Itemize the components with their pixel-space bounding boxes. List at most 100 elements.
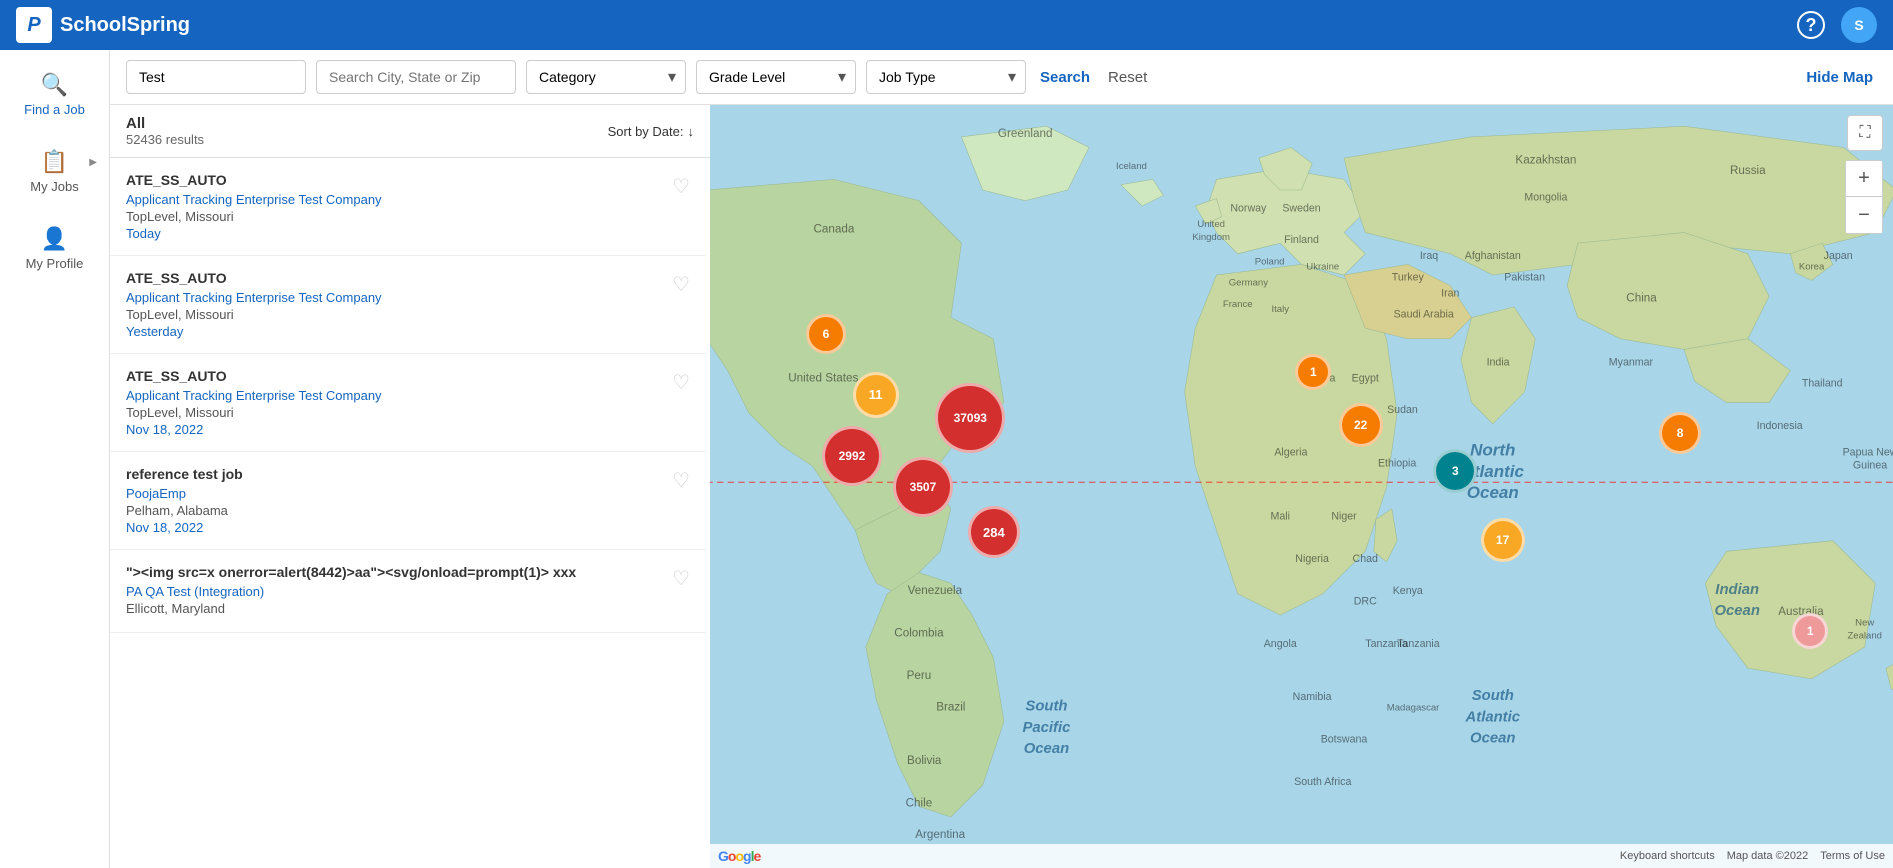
svg-text:Botswana: Botswana — [1321, 734, 1368, 746]
map-footer: Google Keyboard shortcuts Map data ©2022… — [710, 844, 1893, 868]
zoom-in-button[interactable]: + — [1846, 161, 1882, 197]
map-cluster-c6[interactable]: 284 — [968, 506, 1020, 558]
svg-text:Angola: Angola — [1264, 638, 1297, 650]
map-data-link: Map data ©2022 — [1727, 850, 1809, 862]
header-right: ? S — [1797, 7, 1877, 43]
svg-text:Thailand: Thailand — [1802, 378, 1843, 390]
grade-level-select[interactable]: Grade Level — [696, 60, 856, 94]
svg-text:China: China — [1626, 292, 1657, 305]
map-cluster-c1[interactable]: 6 — [806, 314, 846, 354]
sidebar-item-my-jobs[interactable]: 📋 ▶ My Jobs — [0, 137, 109, 206]
help-button[interactable]: ? — [1797, 11, 1825, 39]
keyword-input[interactable] — [126, 60, 306, 94]
svg-text:Mongolia: Mongolia — [1524, 192, 1567, 204]
svg-text:Colombia: Colombia — [894, 626, 944, 639]
svg-text:United: United — [1197, 219, 1225, 230]
svg-text:Tanzania: Tanzania — [1397, 638, 1440, 650]
user-avatar[interactable]: S — [1841, 7, 1877, 43]
map-cluster-c5[interactable]: 3507 — [893, 457, 953, 517]
job-favorite-button[interactable]: ♡ — [672, 174, 690, 199]
job-title: reference test job — [126, 466, 690, 482]
grade-level-wrapper: Grade Level — [696, 60, 856, 94]
hide-map-button[interactable]: Hide Map — [1802, 61, 1877, 94]
svg-text:Afghanistan: Afghanistan — [1465, 250, 1521, 262]
job-list-item[interactable]: ATE_SS_AUTO Applicant Tracking Enterpris… — [110, 354, 706, 452]
zoom-out-button[interactable]: − — [1846, 197, 1882, 233]
svg-text:Zealand: Zealand — [1847, 630, 1882, 641]
job-favorite-button[interactable]: ♡ — [672, 468, 690, 493]
svg-text:Japan: Japan — [1824, 250, 1853, 262]
job-company: Applicant Tracking Enterprise Test Compa… — [126, 192, 690, 207]
map-cluster-c12[interactable]: 1 — [1792, 613, 1828, 649]
svg-text:Kingdom: Kingdom — [1192, 232, 1230, 243]
main-layout: 🔍 Find a Job 📋 ▶ My Jobs 👤 My Profile Ca… — [0, 50, 1893, 868]
header: P SchoolSpring ? S — [0, 0, 1893, 50]
svg-text:Germany: Germany — [1229, 278, 1268, 289]
svg-text:South: South — [1472, 688, 1514, 704]
map-footer-right: Keyboard shortcuts Map data ©2022 Terms … — [1620, 850, 1885, 862]
logo: P SchoolSpring — [16, 7, 190, 43]
svg-text:Ocean: Ocean — [1470, 731, 1515, 747]
search-button[interactable]: Search — [1036, 61, 1094, 94]
map-cluster-c4[interactable]: 37093 — [935, 383, 1005, 453]
job-type-wrapper: Job Type — [866, 60, 1026, 94]
map-cluster-c9[interactable]: 3 — [1433, 449, 1477, 493]
job-location: TopLevel, Missouri — [126, 405, 690, 420]
svg-text:Venezuela: Venezuela — [908, 584, 963, 597]
reset-button[interactable]: Reset — [1104, 61, 1151, 94]
content-area: Category Grade Level Job Type Search Res… — [110, 50, 1893, 868]
terms-link[interactable]: Terms of Use — [1820, 850, 1885, 862]
job-list-item[interactable]: reference test job PoojaEmp Pelham, Alab… — [110, 452, 706, 550]
location-input[interactable] — [316, 60, 516, 94]
svg-text:Sudan: Sudan — [1387, 404, 1418, 416]
map-cluster-c11[interactable]: 8 — [1659, 412, 1701, 454]
map-cluster-c2[interactable]: 11 — [853, 372, 899, 418]
logo-p-letter: P — [27, 14, 40, 37]
svg-text:Iraq: Iraq — [1420, 250, 1438, 262]
search-icon: 🔍 — [41, 72, 68, 98]
svg-text:Italy: Italy — [1271, 304, 1289, 315]
map-cluster-c10[interactable]: 17 — [1481, 518, 1525, 562]
job-location: Ellicott, Maryland — [126, 601, 690, 616]
map-cluster-c3[interactable]: 2992 — [822, 426, 882, 486]
svg-text:South Africa: South Africa — [1294, 776, 1351, 788]
job-favorite-button[interactable]: ♡ — [672, 272, 690, 297]
svg-text:Pakistan: Pakistan — [1504, 271, 1545, 283]
sort-button[interactable]: Sort by Date: ↓ — [608, 124, 694, 139]
job-list-item[interactable]: ATE_SS_AUTO Applicant Tracking Enterpris… — [110, 158, 706, 256]
job-favorite-button[interactable]: ♡ — [672, 370, 690, 395]
map-cluster-c7[interactable]: 1 — [1295, 354, 1331, 390]
svg-text:DRC: DRC — [1354, 595, 1377, 607]
job-list-scroll[interactable]: ATE_SS_AUTO Applicant Tracking Enterpris… — [110, 158, 710, 868]
map-zoom-controls: + − — [1845, 160, 1883, 234]
job-list-header: All 52436 results Sort by Date: ↓ — [110, 105, 710, 158]
svg-text:North: North — [1470, 441, 1515, 460]
svg-text:South: South — [1025, 699, 1067, 715]
svg-text:Ocean: Ocean — [1024, 741, 1069, 757]
keyboard-shortcuts-link[interactable]: Keyboard shortcuts — [1620, 850, 1715, 862]
job-date: Nov 18, 2022 — [126, 520, 690, 535]
svg-text:Kenya: Kenya — [1393, 585, 1423, 597]
sidebar-item-find-a-job[interactable]: 🔍 Find a Job — [0, 60, 109, 129]
map-cluster-c8[interactable]: 22 — [1339, 403, 1383, 447]
svg-text:Pacific: Pacific — [1022, 720, 1071, 736]
job-list-item[interactable]: ATE_SS_AUTO Applicant Tracking Enterpris… — [110, 256, 706, 354]
svg-text:Bolivia: Bolivia — [907, 754, 942, 767]
job-date: Yesterday — [126, 324, 690, 339]
search-bar: Category Grade Level Job Type Search Res… — [110, 50, 1893, 105]
svg-text:United States: United States — [788, 371, 858, 384]
svg-text:Ocean: Ocean — [1467, 483, 1519, 502]
map-fullscreen-button[interactable]: ⛶ — [1847, 115, 1883, 151]
svg-text:Mali: Mali — [1271, 510, 1290, 522]
logo-icon: P — [16, 7, 52, 43]
job-favorite-button[interactable]: ♡ — [672, 566, 690, 591]
svg-text:Namibia: Namibia — [1293, 691, 1332, 703]
job-list-item[interactable]: "><img src=x onerror=alert(8442)>aa"><sv… — [110, 550, 706, 633]
category-select[interactable]: Category — [526, 60, 686, 94]
svg-text:Turkey: Turkey — [1392, 271, 1425, 283]
job-type-select[interactable]: Job Type — [866, 60, 1026, 94]
svg-text:Sweden: Sweden — [1282, 202, 1320, 214]
sidebar-my-jobs-row: 📋 ▶ — [8, 149, 101, 175]
sidebar-item-my-profile[interactable]: 👤 My Profile — [0, 214, 109, 283]
svg-text:Ukraine: Ukraine — [1306, 262, 1339, 273]
